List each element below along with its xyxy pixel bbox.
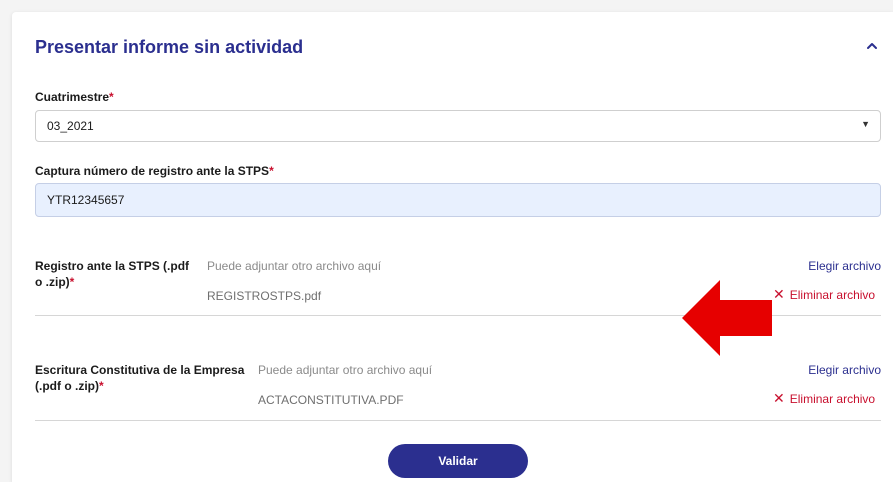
close-icon: ✕ [773,286,785,302]
chevron-up-icon[interactable] [864,39,880,55]
choose-file-button[interactable]: Elegir archivo [792,259,881,273]
registro-numero-value: YTR12345657 [47,193,125,207]
file-hint: Puede adjuntar otro archivo aquí [207,259,382,273]
escritura-file-label-text: Escritura Constitutiva de la Empresa (.p… [35,363,245,393]
red-arrow-icon [682,280,772,356]
choose-file-button[interactable]: Elegir archivo [792,363,881,377]
file-hint: Puede adjuntar otro archivo aquí [258,363,433,377]
required-mark: * [98,379,104,393]
remove-file-button[interactable]: ✕ Eliminar archivo [773,390,875,407]
registro-numero-label-text: Captura número de registro ante la STPS [35,164,270,178]
panel-title: Presentar informe sin actividad [35,37,304,57]
required-mark: * [269,164,274,178]
cuatrimestre-value: 03_2021 [47,119,94,133]
cuatrimestre-select[interactable]: 03_2021 ▼ [35,110,881,142]
caret-down-icon: ▼ [861,119,870,129]
cuatrimestre-label: Cuatrimestre* [35,90,114,104]
remove-file-button[interactable]: ✕ Eliminar archivo [773,286,875,303]
required-mark: * [109,90,114,104]
divider [35,420,881,421]
registro-numero-input[interactable]: YTR12345657 [35,183,881,217]
required-mark: * [69,275,75,289]
cuatrimestre-label-text: Cuatrimestre [35,90,110,104]
close-icon: ✕ [773,390,785,406]
remove-file-label: Eliminar archivo [789,288,876,302]
validate-button[interactable]: Validar [388,444,528,478]
escritura-file-label: Escritura Constitutiva de la Empresa (.p… [35,362,250,394]
registro-numero-label: Captura número de registro ante la STPS* [35,164,274,178]
file-name: ACTACONSTITUTIVA.PDF [258,393,404,407]
registro-stps-file-label-text: Registro ante la STPS (.pdf o .zip) [35,259,190,289]
chevron-up-icon-graphic [867,43,877,49]
file-name: REGISTROSTPS.pdf [207,289,322,303]
remove-file-label: Eliminar archivo [789,392,876,406]
form-card: Presentar informe sin actividad Cuatrime… [12,12,893,482]
registro-stps-file-label: Registro ante la STPS (.pdf o .zip)* [35,258,195,290]
